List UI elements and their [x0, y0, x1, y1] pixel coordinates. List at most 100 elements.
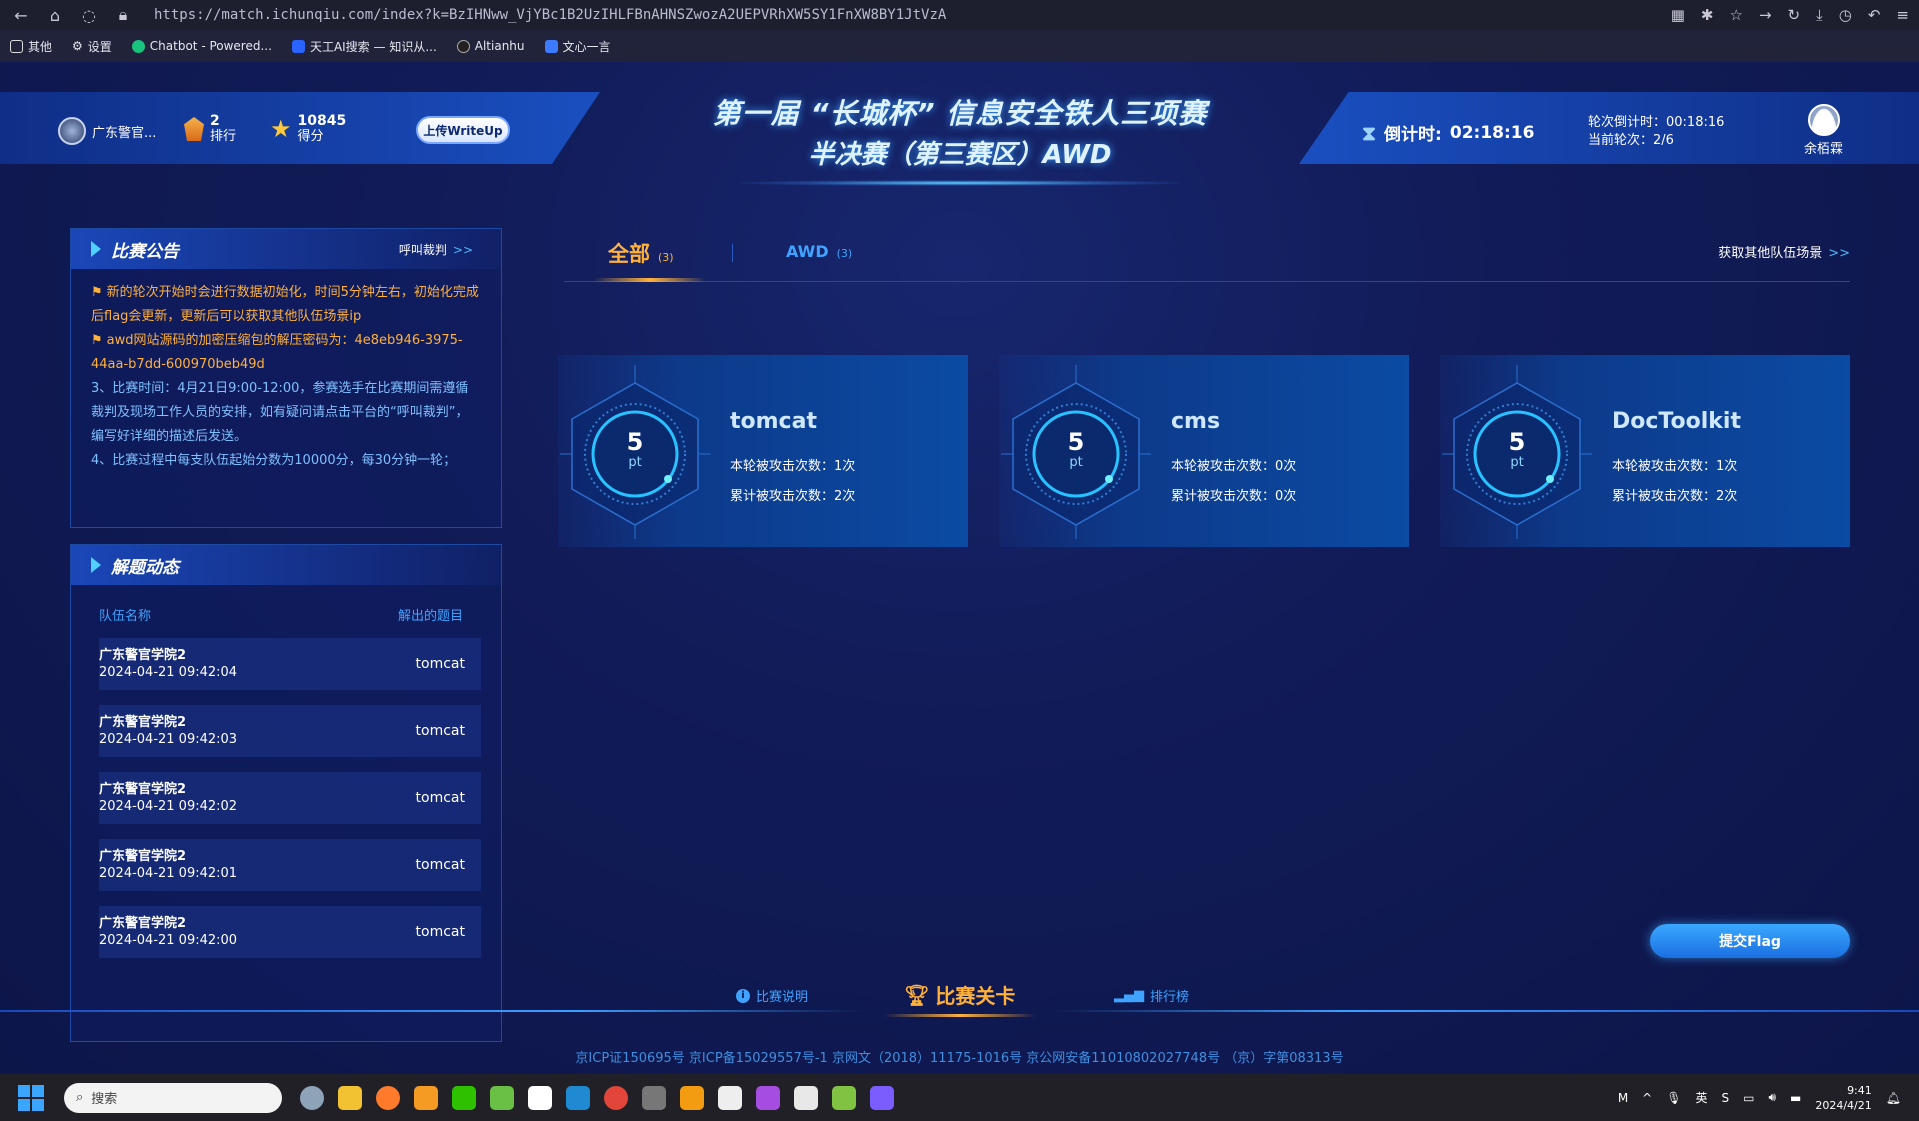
- vmware-icon[interactable]: [680, 1085, 704, 1110]
- active-nav-underline: [884, 1014, 1036, 1017]
- 7zip-icon[interactable]: [718, 1085, 742, 1110]
- app-red-icon[interactable]: [604, 1085, 628, 1110]
- search-app-icon[interactable]: [414, 1085, 438, 1110]
- chatbot-icon: [131, 39, 145, 53]
- challenge-points: 5: [626, 428, 644, 456]
- firefox-icon[interactable]: [376, 1085, 400, 1110]
- vscode-icon[interactable]: [566, 1085, 590, 1110]
- bottom-frame-line: [0, 1010, 1919, 1012]
- weather-app-icon[interactable]: [300, 1085, 324, 1110]
- chevron-up-icon[interactable]: ^: [1642, 1091, 1652, 1105]
- footer-license: 京ICP证150695号 京ICP备15029557号-1 京网文（2018）1…: [575, 1051, 1344, 1066]
- screenshot-icon[interactable]: [642, 1085, 666, 1110]
- extension-icon[interactable]: ✱: [1701, 6, 1714, 24]
- solve-time: 2024-04-21 09:42:04: [99, 665, 238, 680]
- taskbar-search[interactable]: ⌕ 搜索: [64, 1082, 282, 1113]
- solve-task: tomcat: [415, 857, 465, 873]
- shield-icon[interactable]: ◌: [78, 6, 100, 25]
- bookmark-chatbot[interactable]: Chatbot - Powered...: [131, 39, 272, 53]
- network-icon[interactable]: ▭: [1743, 1091, 1754, 1105]
- solve-task: tomcat: [415, 723, 465, 739]
- nav-competition-levels[interactable]: 🏆︎ 比赛关卡: [904, 980, 1015, 1009]
- altianhu-icon: [456, 39, 470, 53]
- upload-writeup-button[interactable]: 上传WriteUp: [416, 116, 510, 144]
- submit-flag-button[interactable]: 提交Flag: [1650, 924, 1850, 958]
- nav-description-label: 比赛说明: [756, 990, 809, 1005]
- challenge-points: 5: [1508, 428, 1526, 456]
- score-label: 得分: [297, 129, 324, 144]
- volume-icon[interactable]: 🔊︎: [1768, 1090, 1776, 1105]
- file-explorer-icon[interactable]: [338, 1085, 362, 1110]
- browser-actions: ▦ ✱ ☆ → ↻ ⤓ ◷ ↶ ≡: [1671, 6, 1909, 24]
- title-line-2: 半决赛（第三赛区）AWD: [808, 140, 1112, 170]
- user-avatar-icon: [1807, 104, 1840, 136]
- menu-icon[interactable]: ≡: [1896, 6, 1909, 24]
- history-icon[interactable]: ◷: [1839, 6, 1852, 24]
- wechat-icon[interactable]: [452, 1085, 476, 1110]
- tab-all-count: (3): [658, 251, 674, 264]
- lock-icon[interactable]: 🔒︎: [112, 5, 134, 25]
- tab-awd[interactable]: AWD (3): [786, 242, 852, 261]
- windows-start-icon[interactable]: [18, 1084, 44, 1111]
- nav-competition-description[interactable]: i 比赛说明: [736, 986, 808, 1005]
- challenge-card-cms[interactable]: 5 pt cms 本轮被攻击次数：0次 累计被攻击次数：0次: [999, 355, 1409, 547]
- java-icon[interactable]: [794, 1085, 818, 1110]
- notepad-icon[interactable]: [490, 1085, 514, 1110]
- flag-icon: ⚑: [91, 285, 103, 300]
- tab-all-label: 全部: [608, 242, 650, 266]
- security-icon[interactable]: S: [1721, 1091, 1729, 1105]
- solve-team: 广东警官学院2: [99, 849, 187, 864]
- team-info[interactable]: 广东警官...: [58, 117, 156, 145]
- title-line-1: 第一届 “长城杯” 信息安全铁人三项赛: [712, 97, 1208, 130]
- user-menu[interactable]: 余栢霖: [1804, 104, 1843, 157]
- address-bar[interactable]: https://match.ichunqiu.com/index?k=BzIHN…: [154, 7, 1414, 23]
- bookmark-tiangong[interactable]: 天工AI搜索 — 知识从...: [291, 38, 437, 55]
- current-round: 当前轮次：2/6: [1588, 133, 1674, 148]
- username: 余栢霖: [1804, 142, 1844, 157]
- nav-ranking-label: 排行榜: [1150, 990, 1190, 1005]
- bolt-app-icon[interactable]: [870, 1085, 894, 1110]
- star-icon[interactable]: ☆: [1730, 6, 1743, 24]
- notification-icon[interactable]: 🔔︎: [1886, 1091, 1901, 1105]
- challenge-card-tomcat[interactable]: 5 pt tomcat 本轮被攻击次数：1次 累计被攻击次数：2次: [558, 355, 968, 547]
- bar-chart-icon: ▂▄▆: [1114, 988, 1144, 1003]
- nav-leaderboard[interactable]: ▂▄▆ 排行榜: [1114, 986, 1189, 1005]
- challenge-points-unit: pt: [1510, 455, 1524, 470]
- solve-time: 2024-04-21 09:42:02: [99, 799, 238, 814]
- get-other-scenes-link[interactable]: 获取其他队伍场景 >>: [1718, 242, 1850, 261]
- bookmark-settings[interactable]: ⚙ 设置: [72, 38, 112, 55]
- ime-indicator[interactable]: 英: [1695, 1089, 1707, 1106]
- bookmark-folder[interactable]: 其他: [10, 38, 52, 55]
- tab-divider: [732, 244, 733, 262]
- countdown-label: 倒计时:: [1384, 125, 1442, 145]
- gear-icon: ⚙: [72, 39, 83, 53]
- search-placeholder: 搜索: [91, 1092, 118, 1107]
- solve-task: tomcat: [415, 924, 465, 940]
- microphone-icon[interactable]: 🎙︎: [1666, 1091, 1681, 1105]
- challenge-card-doctoolkit[interactable]: 5 pt DocToolkit 本轮被攻击次数：1次 累计被攻击次数：2次: [1440, 355, 1850, 547]
- taskbar-clock[interactable]: 9:41 2024/4/21: [1815, 1083, 1871, 1113]
- phpstorm-icon[interactable]: [756, 1085, 780, 1110]
- browser-toolbar: ← ⌂ ◌ 🔒︎ https://match.ichunqiu.com/inde…: [0, 0, 1919, 30]
- battery-icon[interactable]: ▬: [1790, 1091, 1801, 1105]
- notepadpp-icon[interactable]: [832, 1085, 856, 1110]
- forward-icon[interactable]: →: [1759, 6, 1772, 24]
- home-icon[interactable]: ⌂: [44, 6, 66, 25]
- round-attack-count: 本轮被攻击次数：0次: [1171, 459, 1297, 474]
- undo-icon[interactable]: ↶: [1868, 6, 1881, 24]
- reload-icon[interactable]: ↻: [1788, 6, 1801, 24]
- medal-icon: [184, 117, 204, 141]
- bookmark-altianhu[interactable]: Altianhu: [456, 39, 525, 53]
- typora-icon[interactable]: [528, 1085, 552, 1110]
- score-value: 10845: [297, 113, 347, 129]
- call-referee-link[interactable]: 呼叫裁判 >>: [399, 241, 473, 258]
- total-attack-count: 累计被攻击次数：0次: [1171, 489, 1297, 504]
- clock-date: 2024/4/21: [1815, 1098, 1872, 1112]
- tab-all[interactable]: 全部 (3): [608, 238, 674, 268]
- back-icon[interactable]: ←: [10, 6, 32, 25]
- download-icon[interactable]: ⤓: [1816, 6, 1823, 24]
- bookmark-wenxin[interactable]: 文心一言: [544, 38, 611, 55]
- tray-app-icon[interactable]: M: [1618, 1091, 1628, 1105]
- round-attack-count: 本轮被攻击次数：1次: [730, 459, 856, 474]
- qr-icon[interactable]: ▦: [1671, 6, 1685, 24]
